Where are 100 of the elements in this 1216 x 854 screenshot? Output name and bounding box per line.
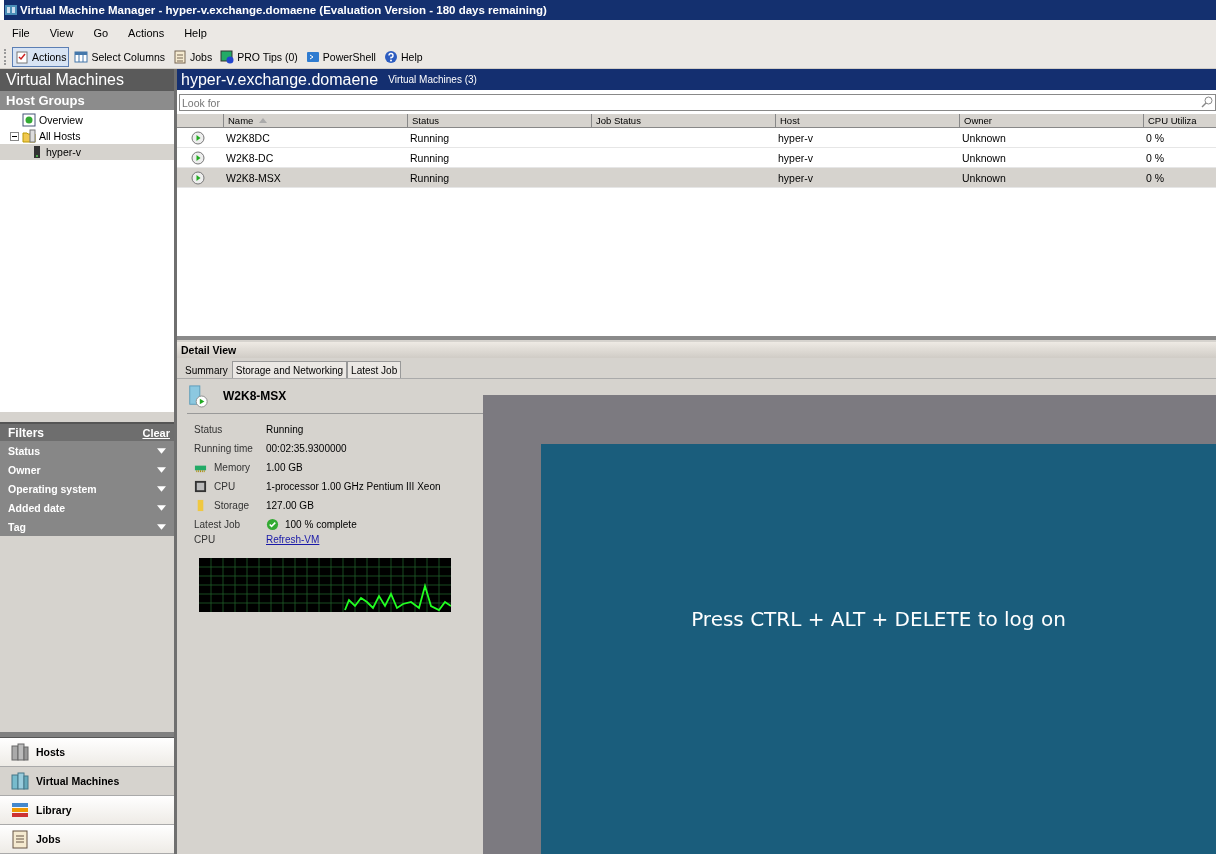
header-title: hyper-v.exchange.domaene [181, 70, 379, 89]
column-header[interactable]: CPU Utiliza [1143, 114, 1213, 127]
table-row[interactable]: W2K8DC Running hyper-v Unknown 0 % [177, 128, 1216, 148]
job-link[interactable]: Refresh-VM [266, 534, 320, 545]
cpu-icon [194, 480, 207, 493]
filters-title: Filters [8, 425, 44, 440]
servers-icon [10, 771, 30, 791]
column-header[interactable]: Status [407, 114, 591, 127]
running-icon [191, 130, 205, 145]
sort-arrow-icon [259, 118, 268, 123]
dropdown-arrow-icon [157, 523, 166, 530]
sidebar-title: Virtual Machines [0, 69, 174, 91]
help-icon [383, 49, 398, 64]
toolbar-button[interactable]: Help [380, 46, 426, 67]
table-cell: Unknown [962, 171, 1006, 184]
table-cell: 0 % [1146, 151, 1165, 164]
table-cell: Running [410, 151, 450, 164]
column-header[interactable]: Host [775, 114, 959, 127]
filter-dropdown[interactable]: Status [0, 441, 174, 460]
filter-dropdown[interactable]: Owner [0, 460, 174, 479]
search-icon [1201, 96, 1213, 108]
overview-icon [22, 113, 36, 127]
nav-button[interactable]: Library [0, 796, 174, 825]
toolbar-button[interactable]: Actions [12, 46, 70, 67]
table-cell: 0 % [1146, 171, 1165, 184]
dropdown-arrow-icon [157, 485, 166, 492]
checklist-icon [15, 49, 29, 64]
search-field[interactable]: Look for [179, 94, 1216, 111]
terminal-icon [305, 49, 320, 64]
toolbar-button[interactable]: Jobs [169, 46, 216, 67]
table-cell: Unknown [962, 151, 1006, 164]
nav-button[interactable]: Hosts [0, 738, 174, 767]
menu-item[interactable]: Help [184, 26, 207, 39]
clipboard-icon [10, 829, 30, 849]
field-value: 00:02:35.9300000 [266, 443, 347, 454]
field-label: Memory [214, 462, 251, 473]
clipboard-icon [172, 49, 187, 64]
field-value: 1-processor 1.00 GHz Pentium III Xeon [266, 481, 441, 492]
folder-icon [22, 129, 36, 143]
table-cell: hyper-v [778, 151, 813, 164]
field-label: CPU [194, 534, 216, 545]
menu-item[interactable]: File [12, 26, 30, 39]
window-title: Virtual Machine Manager - hyper-v.exchange.domaene (Evaluation Version - 180 days remaining) [20, 4, 547, 16]
filter-dropdown[interactable]: Tag [0, 517, 174, 536]
columns-icon [74, 49, 89, 64]
field-value: Running [266, 424, 304, 435]
field-label: Status [194, 424, 223, 435]
dropdown-arrow-icon [157, 504, 166, 511]
filter-dropdown[interactable]: Added date [0, 498, 174, 517]
table-cell: W2K8-DC [226, 151, 274, 164]
field-label: Storage [214, 500, 250, 511]
toolbar-button[interactable]: PowerShell [302, 46, 379, 67]
field-label: Running time [194, 443, 253, 454]
books-icon [10, 800, 30, 820]
field-label: CPU [214, 481, 236, 492]
table-cell: Running [410, 171, 450, 184]
table-cell: hyper-v [778, 131, 813, 144]
tree-item[interactable]: Overview [0, 112, 174, 128]
app-icon [4, 3, 18, 17]
tab[interactable]: Storage and Networking [231, 361, 348, 378]
field-value: 127.00 GB [266, 500, 314, 511]
detail-view-title: Detail View [177, 342, 1216, 358]
dropdown-arrow-icon [157, 466, 166, 473]
header-subtitle: Virtual Machines (3) [388, 74, 477, 85]
monitor-info-icon [220, 49, 235, 64]
server-icon [34, 146, 40, 158]
menu-item[interactable]: Go [93, 26, 109, 39]
field-value: 1.00 GB [266, 462, 303, 473]
table-cell: Unknown [962, 131, 1006, 144]
clear-link[interactable]: Clear [142, 426, 170, 439]
nav-button[interactable]: Jobs [0, 825, 174, 854]
filter-dropdown[interactable]: Operating system [0, 479, 174, 498]
column-header[interactable]: Owner [959, 114, 1143, 127]
field-label: Latest Job [194, 519, 241, 530]
servers-icon [10, 742, 30, 762]
table-cell: W2K8-MSX [226, 171, 281, 184]
section-header: Host Groups [0, 91, 174, 110]
collapse-toggle-icon[interactable] [10, 131, 19, 141]
table-cell: 0 % [1146, 131, 1165, 144]
menu-item[interactable]: Actions [128, 26, 165, 39]
logon-message: Press CTRL + ALT + DELETE to log on [691, 607, 1066, 631]
table-cell: Running [410, 131, 450, 144]
vm-name: W2K8-MSX [223, 389, 287, 403]
tree-item[interactable]: hyper-v [0, 144, 174, 160]
toolbar-button[interactable]: PRO Tips (0) [217, 46, 301, 67]
tab[interactable]: Latest Job [347, 361, 402, 378]
running-icon [191, 170, 205, 185]
table-cell: hyper-v [778, 171, 813, 184]
field-value: 100 % complete [285, 519, 357, 530]
table-row[interactable]: W2K8-MSX Running hyper-v Unknown 0 % [177, 168, 1216, 188]
check-icon [266, 518, 279, 531]
toolbar-button[interactable]: Select Columns [71, 46, 168, 67]
column-header[interactable]: Name [223, 114, 407, 127]
running-icon [191, 150, 205, 165]
table-cell: W2K8DC [226, 131, 270, 144]
vm-server-icon [187, 383, 209, 409]
column-header[interactable]: Job Status [591, 114, 775, 127]
dropdown-arrow-icon [157, 447, 166, 454]
menu-item[interactable]: View [49, 26, 74, 39]
tree-item[interactable]: All Hosts [0, 128, 174, 144]
